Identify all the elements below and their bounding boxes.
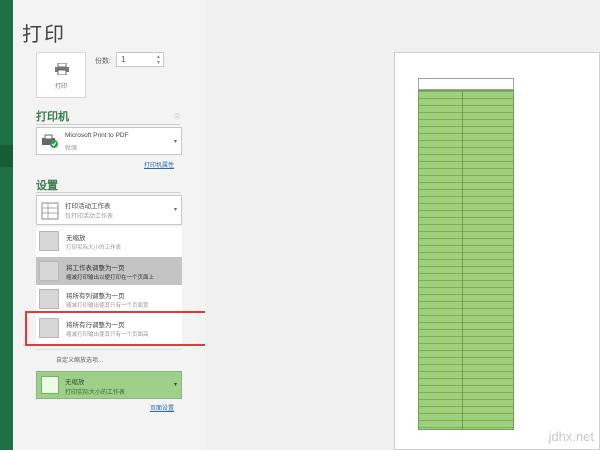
print-what-subtitle: 仅打印活动工作表 — [65, 214, 114, 220]
print-button[interactable]: 打印 — [36, 52, 86, 98]
option-title: 无缩放 — [66, 235, 86, 242]
scaling-option-fit-sheet[interactable]: 将工作表调整为一页 缩减打印输出以便打印在一个页面上 — [36, 257, 182, 287]
highlight-box — [25, 311, 229, 346]
chevron-down-icon: ▾ — [173, 382, 177, 388]
printer-heading-divider — [36, 124, 180, 125]
backstage-nav-active-marker — [0, 145, 13, 167]
scaling-option-no-scaling[interactable]: 无缩放 打印实际大小的工作表 — [36, 227, 182, 257]
printer-dropdown[interactable]: Microsoft Print to PDF 就绪 ▾ — [36, 127, 182, 155]
print-button-label: 打印 — [54, 84, 67, 90]
watermark: jdhx.net — [548, 429, 594, 444]
option-subtitle: 缩减打印输出以便打印在一个页面上 — [66, 275, 155, 281]
option-subtitle: 打印实际大小的工作表 — [66, 245, 122, 251]
printer-icon — [55, 63, 69, 75]
chevron-down-icon: ▾ — [173, 139, 177, 145]
options-divider — [36, 349, 182, 350]
fit-sheet-icon — [39, 261, 59, 281]
printer-status-icon — [42, 134, 58, 148]
chevron-down-icon: ▾ — [173, 207, 177, 213]
copies-stepper[interactable]: 1 ▲ ▼ — [116, 52, 164, 67]
preview-sheet-grid — [418, 90, 514, 430]
page-title: 打印 — [22, 24, 66, 46]
scaling-title: 无缩放 — [65, 379, 85, 386]
option-title: 将所有列调整为一页 — [66, 293, 125, 300]
custom-scaling-options-link[interactable]: 自定义缩放选项... — [56, 355, 103, 364]
print-what-dropdown[interactable]: 打印活动工作表 仅打印活动工作表 ▾ — [36, 195, 182, 225]
settings-heading: 设置 — [36, 180, 58, 192]
printer-properties-link[interactable]: 打印机属性 — [144, 160, 174, 169]
scaling-dropdown[interactable]: 无缩放 打印实际大小的工作表 ▾ — [36, 371, 182, 399]
settings-heading-divider — [36, 192, 180, 193]
no-scaling-icon — [39, 231, 59, 251]
copies-label: 份数: — [95, 58, 111, 65]
printer-name: Microsoft Print to PDF — [65, 132, 129, 139]
backstage-left-strip — [0, 0, 13, 450]
no-scaling-icon — [41, 376, 59, 394]
copies-value: 1 — [121, 55, 126, 64]
fit-columns-icon — [39, 289, 59, 309]
info-icon[interactable]: ⓘ — [174, 112, 180, 121]
printer-status: 就绪 — [65, 146, 78, 152]
page-setup-link[interactable]: 页面设置 — [150, 403, 174, 412]
spin-arrows-icon[interactable]: ▲ ▼ — [156, 54, 161, 66]
printer-heading: 打印机 — [36, 111, 69, 123]
option-subtitle: 缩减打印输出使其只有一个页面宽 — [66, 303, 149, 309]
preview-sheet-header — [418, 78, 514, 90]
worksheet-icon — [41, 202, 59, 220]
print-what-title: 打印活动工作表 — [65, 203, 111, 210]
preview-sheet-table — [418, 78, 514, 430]
option-title: 将工作表调整为一页 — [66, 265, 125, 272]
scaling-subtitle: 打印实际大小的工作表 — [65, 390, 126, 396]
